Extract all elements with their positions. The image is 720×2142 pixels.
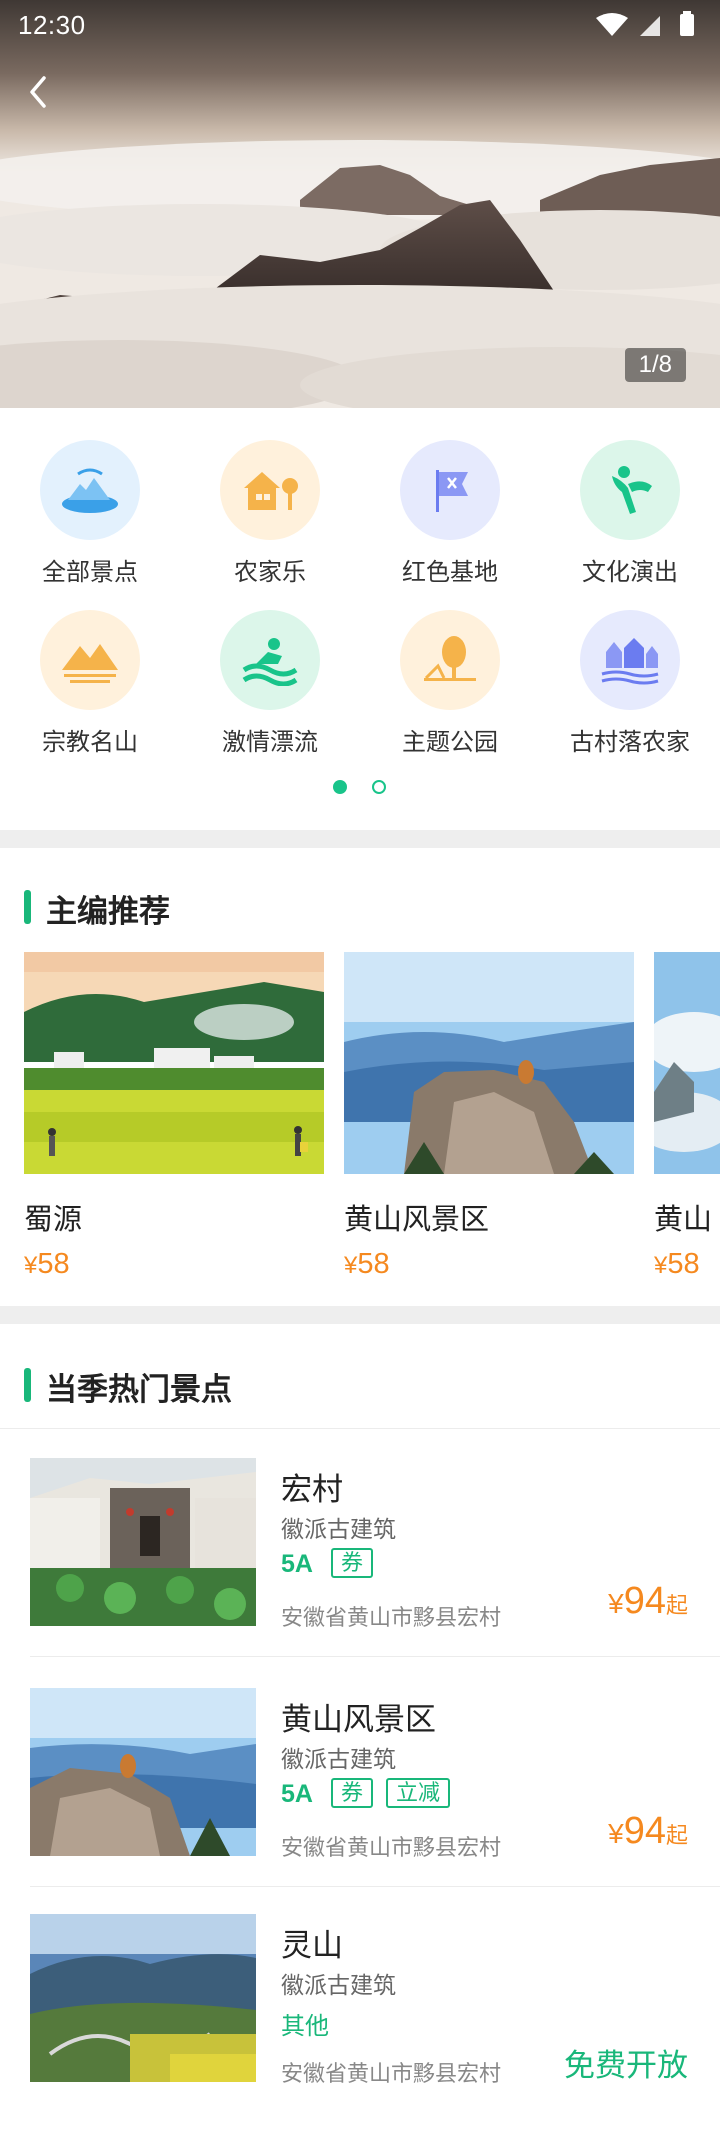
- hot-list-item[interactable]: 灵山 徽派古建筑 其他 安徽省黄山市黟县宏村 免费开放: [0, 1914, 720, 2142]
- recommend-card-image: [24, 952, 324, 1174]
- category-label: 宗教名山: [42, 729, 138, 756]
- coupon-tag: 券: [331, 1548, 374, 1578]
- recommend-card-price: ¥58: [654, 1248, 700, 1280]
- section-accent-bar: [24, 1368, 31, 1402]
- status-icons: [582, 10, 702, 40]
- hot-item-level: 其他: [281, 2013, 329, 2040]
- category-label: 红色基地: [402, 559, 498, 586]
- hot-item-price: ¥94起: [608, 1810, 688, 1852]
- red-flag-icon: [400, 440, 500, 540]
- free-admission-label: 免费开放: [564, 2048, 688, 2083]
- section-title: 当季热门景点: [46, 1372, 232, 1407]
- category-all-scenic[interactable]: 全部景点: [0, 440, 180, 590]
- category-label: 激情漂流: [222, 729, 318, 756]
- hot-item-subtitle: 徽派古建筑: [281, 1972, 396, 1998]
- hot-item-subtitle: 徽派古建筑: [281, 1516, 396, 1542]
- category-rafting[interactable]: 激情漂流: [180, 610, 360, 760]
- mountain-lake-icon: [40, 440, 140, 540]
- page-dot-active[interactable]: [333, 780, 347, 794]
- category-page-dots: [0, 778, 720, 798]
- performance-icon: [580, 440, 680, 540]
- signal-icon: [640, 16, 660, 36]
- hot-list-item[interactable]: 黄山风景区 徽派古建筑 5A 券 立减 安徽省黄山市黟县宏村 ¥94起: [0, 1688, 720, 1916]
- category-label: 农家乐: [234, 559, 306, 586]
- status-bar: 12:30: [0, 0, 720, 48]
- category-ancient-village[interactable]: 古村落农家: [540, 610, 720, 760]
- hot-item-name: 宏村: [281, 1472, 343, 1507]
- section-header-hot: 当季热门景点: [24, 1364, 424, 1407]
- category-label: 文化演出: [582, 559, 678, 586]
- hot-item-address: 安徽省黄山市黟县宏村: [281, 2061, 502, 2086]
- recommend-card[interactable]: 蜀源 ¥58: [24, 952, 324, 1281]
- category-theme-park[interactable]: 主题公园: [360, 610, 540, 760]
- hero-mountain-image: [0, 0, 720, 408]
- category-grid: 全部景点 农家乐 红色基地 文化演出 宗教名山 激情漂流 主题公园 古村落农家: [0, 440, 720, 760]
- item-separator: [30, 1886, 720, 1887]
- recommend-card[interactable]: 黄山风景区 ¥58: [344, 952, 634, 1281]
- hero-banner[interactable]: 12:30 1/8: [0, 0, 720, 408]
- hot-item-name: 灵山: [281, 1928, 343, 1963]
- ancient-village-icon: [580, 610, 680, 710]
- recommend-card-name: 蜀源: [24, 1204, 83, 1236]
- section-header-recommend: 主编推荐: [24, 886, 324, 929]
- category-label: 主题公园: [402, 729, 498, 756]
- category-label: 全部景点: [42, 559, 138, 586]
- category-farmhouse[interactable]: 农家乐: [180, 440, 360, 590]
- header-separator: [0, 1428, 720, 1429]
- section-accent-bar: [24, 890, 31, 924]
- recommend-card-name: 黄山: [654, 1204, 713, 1236]
- carousel-page-indicator: 1/8: [624, 348, 686, 382]
- wifi-icon: [596, 13, 628, 36]
- category-label: 古村落农家: [570, 729, 690, 756]
- battery-icon: [680, 14, 694, 36]
- hot-item-price: ¥94起: [608, 1580, 688, 1622]
- category-performance[interactable]: 文化演出: [540, 440, 720, 590]
- hot-item-address: 安徽省黄山市黟县宏村: [281, 1605, 502, 1630]
- hot-item-level: 5A: [281, 1780, 313, 1808]
- section-title: 主编推荐: [46, 894, 170, 929]
- sacred-mountain-icon: [40, 610, 140, 710]
- hot-list-item[interactable]: 宏村 徽派古建筑 5A 券 安徽省黄山市黟县宏村 ¥94起: [0, 1458, 720, 1686]
- hot-item-address: 安徽省黄山市黟县宏村: [281, 1835, 502, 1860]
- chevron-left-icon: [30, 76, 46, 108]
- category-red-base[interactable]: 红色基地: [360, 440, 540, 590]
- hot-item-level: 5A: [281, 1550, 313, 1578]
- item-separator: [30, 1656, 720, 1657]
- hot-item-name: 黄山风景区: [281, 1702, 436, 1737]
- farmhouse-icon: [220, 440, 320, 540]
- section-divider: [0, 830, 720, 848]
- section-divider: [0, 1306, 720, 1324]
- hot-item-image: [30, 1914, 256, 2082]
- coupon-tag: 券: [331, 1778, 374, 1808]
- recommend-card-price: ¥58: [344, 1248, 390, 1280]
- hot-item-image: [30, 1688, 256, 1856]
- recommend-card-image: [344, 952, 634, 1174]
- theme-park-icon: [400, 610, 500, 710]
- discount-tag: 立减: [386, 1778, 451, 1808]
- status-time: 12:30: [18, 10, 86, 40]
- hot-item-subtitle: 徽派古建筑: [281, 1746, 396, 1772]
- recommend-card-name: 黄山风景区: [344, 1204, 490, 1236]
- recommend-card-price: ¥58: [24, 1248, 70, 1280]
- back-button[interactable]: [18, 70, 62, 114]
- page-dot[interactable]: [372, 780, 386, 794]
- recommend-card-image: [654, 952, 720, 1174]
- rafting-icon: [220, 610, 320, 710]
- category-religious-mountain[interactable]: 宗教名山: [0, 610, 180, 760]
- recommend-card[interactable]: 黄山 ¥58: [654, 952, 720, 1281]
- hot-item-image: [30, 1458, 256, 1626]
